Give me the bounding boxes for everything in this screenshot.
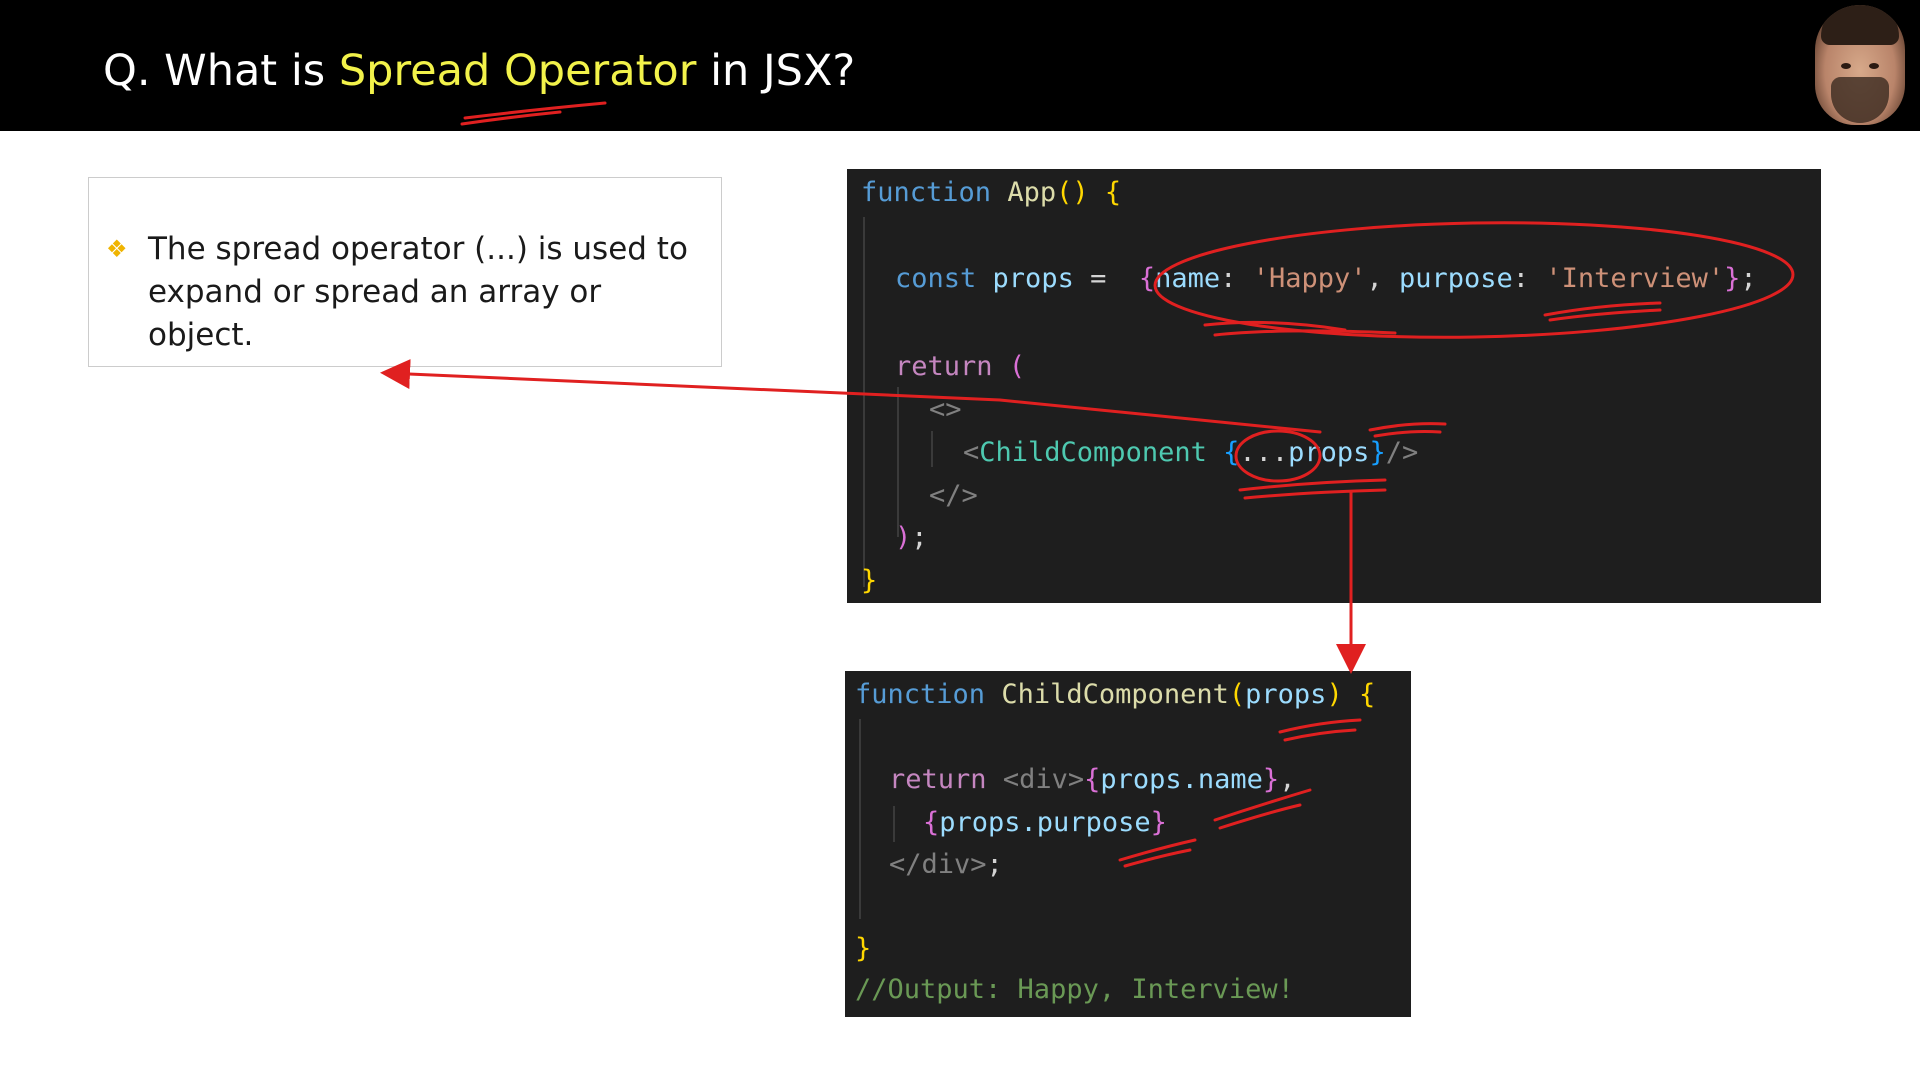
tag-bracket: /> [1385,437,1419,468]
string: 'Happy' [1252,263,1367,294]
title-highlight: Spread Operator [338,46,697,96]
colon: : [1220,263,1253,294]
title-prefix: Q. What is [103,46,339,96]
avatar-eye-right [1869,63,1879,69]
avatar-beard [1831,77,1889,123]
output-comment: //Output: Happy, Interview! [855,974,1294,1005]
brace: } [855,933,872,964]
keyword: return [895,351,993,382]
indent-guide [931,431,933,467]
parens: () [1056,177,1089,208]
key: purpose [1399,263,1513,294]
indent-guide [859,719,861,919]
fragment-tag: </> [929,480,978,511]
code-line-8: } [861,565,877,596]
indent-guide [863,217,865,587]
header-bar: Q. What is Spread Operator in JSX? [0,0,1920,131]
variable: props [1288,437,1370,468]
tag-bracket: < [963,437,980,468]
comma: , [1279,764,1296,795]
parameter: props [1245,679,1327,710]
code-line-1: function App() { [861,177,1121,208]
function-name: App [1007,177,1057,208]
paren: ( [1008,351,1026,382]
code-line-7: ); [895,522,928,553]
code-line-6: //Output: Happy, Interview! [855,974,1294,1005]
paren: ) [1326,679,1343,710]
code-line-2: return <div>{props.name}, [889,764,1295,795]
string: 'Interview' [1545,263,1725,294]
code-line-4: </div>; [889,849,1003,880]
key: name [1155,263,1221,294]
brace: } [1262,764,1280,795]
avatar-eye-left [1841,63,1851,69]
brace: { [1104,177,1122,208]
comma: , [1366,263,1399,294]
variable: props [992,263,1074,294]
app-code-panel: function App() { const props = {name: 'H… [847,169,1821,603]
avatar-hair [1821,5,1899,45]
code-line-3: return ( [895,351,1025,382]
keyword: const [895,263,977,294]
code-line-3: {props.purpose} [923,807,1167,838]
keyword: function [861,177,992,208]
semicolon: ; [986,849,1003,880]
code-line-5: <ChildComponent {...props}/> [963,437,1418,468]
keyword: function [855,679,986,710]
brace: { [1084,764,1101,795]
brace: { [1358,679,1376,710]
definition-text: The spread operator (...) is used to exp… [148,231,688,353]
brace: { [1138,263,1156,294]
code-line-6: </> [929,480,978,511]
child-code-panel: function ChildComponent(props) { return … [845,671,1411,1017]
div-tag: <div> [1002,764,1085,795]
brace: } [861,565,878,596]
brace: { [1223,437,1240,468]
div-close-tag: </div> [889,849,987,880]
expression: props.purpose [939,807,1151,838]
code-line-4: <> [929,394,962,425]
fragment-tag: <> [929,394,962,425]
spread-operator: ... [1239,437,1289,468]
indent-guide [893,806,895,842]
code-line-1: function ChildComponent(props) { [855,679,1375,710]
semicolon: ; [911,522,928,553]
page-title: Q. What is Spread Operator in JSX? [103,46,855,96]
title-suffix: in JSX? [696,46,856,96]
expression: props.name [1100,764,1263,795]
brace: { [923,807,940,838]
code-line-5: } [855,933,871,964]
keyword: return [889,764,987,795]
diamond-bullet-icon: ❖ [106,236,128,263]
paren: ( [1228,679,1246,710]
operator: = [1073,263,1123,294]
presenter-avatar [1815,5,1905,125]
paren: ) [895,522,912,553]
semicolon: ; [1740,263,1757,294]
brace: } [1724,263,1741,294]
code-line-2: const props = {name: 'Happy', purpose: '… [895,263,1757,294]
brace: } [1369,437,1386,468]
indent-guide [897,387,899,537]
function-name: ChildComponent [1001,679,1229,710]
colon: : [1512,263,1546,294]
component-name: ChildComponent [979,437,1207,468]
brace: } [1150,807,1167,838]
